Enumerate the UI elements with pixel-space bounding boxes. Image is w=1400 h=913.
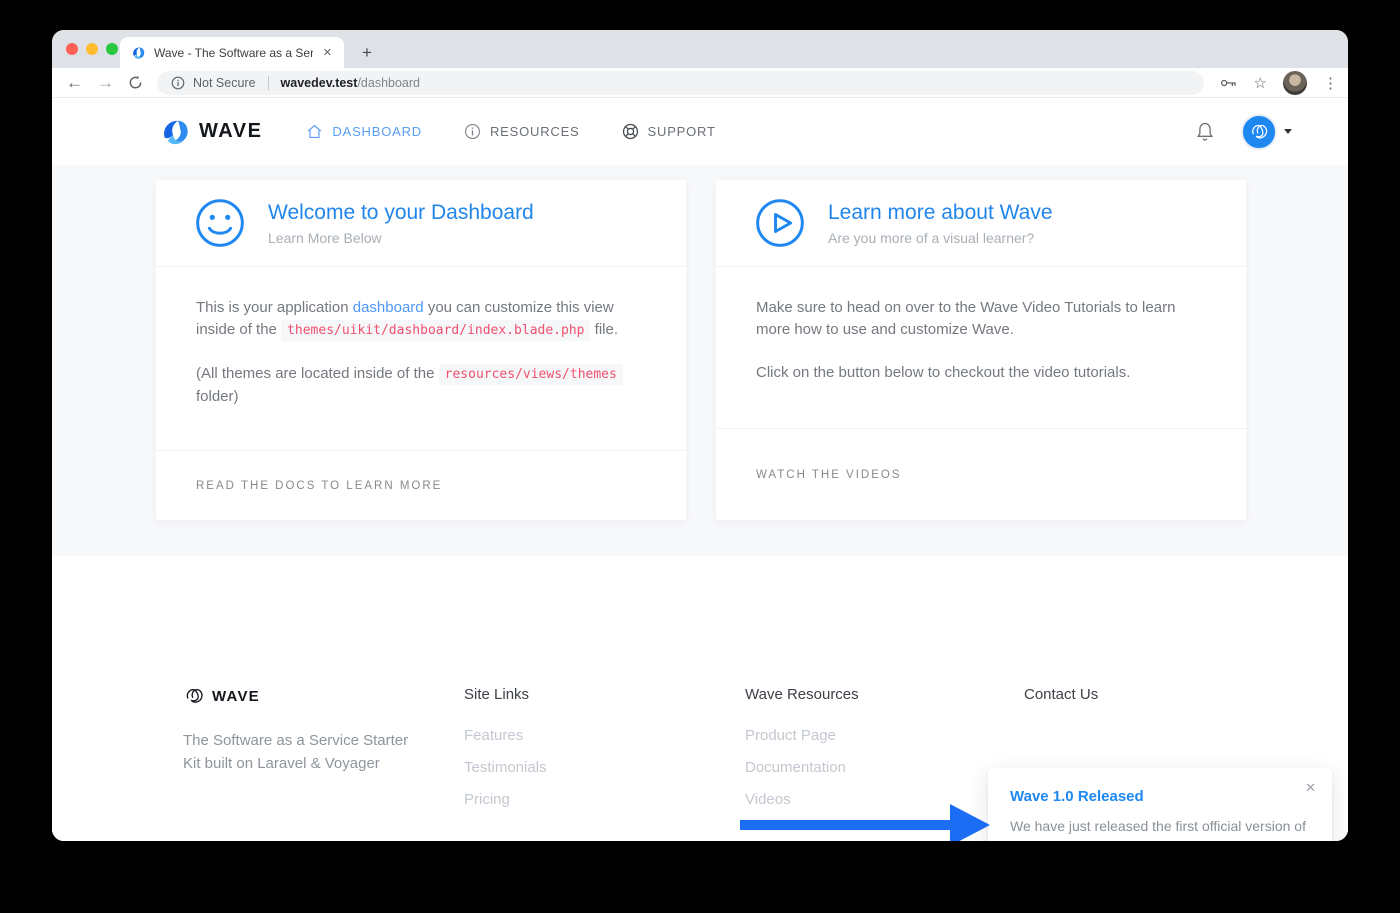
caret-down-icon bbox=[1284, 129, 1292, 134]
browser-profile-avatar[interactable] bbox=[1283, 71, 1307, 95]
security-status: Not Secure bbox=[193, 76, 256, 90]
body-text: Make sure to head on over to the Wave Vi… bbox=[756, 299, 1175, 338]
tab-title: Wave - The Software as a Serv bbox=[154, 46, 313, 60]
footer-logo: WAVE bbox=[183, 686, 464, 706]
password-key-icon[interactable] bbox=[1220, 77, 1238, 89]
dashboard-link[interactable]: dashboard bbox=[353, 299, 424, 316]
wave-outline-logo-icon bbox=[183, 686, 205, 706]
nav-item-label: SUPPORT bbox=[648, 124, 716, 139]
reload-icon[interactable] bbox=[128, 75, 143, 90]
nav-item-support[interactable]: SUPPORT bbox=[622, 123, 716, 140]
window-controls bbox=[66, 43, 118, 55]
footer-brand-column: WAVE The Software as a Service Starter K… bbox=[183, 686, 464, 823]
wave-logo-icon bbox=[158, 117, 192, 147]
footer-brand-text: WAVE bbox=[212, 688, 260, 705]
info-circle-icon bbox=[464, 123, 481, 140]
close-window-button[interactable] bbox=[66, 43, 78, 55]
forward-icon[interactable]: → bbox=[97, 74, 114, 91]
browser-menu-icon[interactable]: ⋮ bbox=[1323, 74, 1338, 92]
footer-column-site-links: Site Links Features Testimonials Pricing bbox=[464, 686, 745, 823]
footer-column-header: Contact Us bbox=[1024, 686, 1098, 703]
wave-favicon-icon bbox=[130, 45, 146, 61]
url-path: /dashboard bbox=[357, 76, 420, 90]
back-icon[interactable]: ← bbox=[66, 74, 83, 91]
browser-toolbar: ← → Not Secure wavedev.test/dashboard bbox=[52, 68, 1348, 98]
card-title: Welcome to your Dashboard bbox=[268, 200, 534, 226]
learn-more-card: Learn more about Wave Are you more of a … bbox=[716, 180, 1246, 520]
dashboard-main: Welcome to your Dashboard Learn More Bel… bbox=[52, 165, 1348, 556]
footer-link-videos[interactable]: Videos bbox=[745, 791, 1024, 808]
notification-title: Wave 1.0 Released bbox=[1010, 788, 1310, 805]
nav-item-dashboard[interactable]: DASHBOARD bbox=[306, 123, 422, 140]
wave-brand-text: WAVE bbox=[199, 120, 262, 143]
bookmark-star-icon[interactable]: ☆ bbox=[1254, 74, 1267, 92]
browser-tab[interactable]: Wave - The Software as a Serv ✕ bbox=[120, 37, 344, 68]
footer-link-pricing[interactable]: Pricing bbox=[464, 791, 745, 808]
minimize-window-button[interactable] bbox=[86, 43, 98, 55]
body-text: file. bbox=[590, 321, 618, 338]
user-menu[interactable] bbox=[1241, 114, 1292, 150]
card-title: Learn more about Wave bbox=[828, 200, 1053, 226]
footer-link-testimonials[interactable]: Testimonials bbox=[464, 759, 745, 776]
smiley-icon bbox=[194, 197, 246, 249]
release-notification: Wave 1.0 Released ✕ We have just release… bbox=[988, 768, 1332, 841]
footer-link-features[interactable]: Features bbox=[464, 727, 745, 744]
info-icon[interactable] bbox=[171, 76, 185, 90]
url-bar[interactable]: Not Secure wavedev.test/dashboard bbox=[157, 71, 1204, 95]
lifebuoy-icon bbox=[622, 123, 639, 140]
card-subtitle: Are you more of a visual learner? bbox=[828, 230, 1053, 246]
notification-close-icon[interactable]: ✕ bbox=[1305, 780, 1316, 796]
body-text: This is your application bbox=[196, 299, 353, 316]
wave-logo[interactable]: WAVE bbox=[158, 117, 262, 147]
nav-item-label: DASHBOARD bbox=[332, 124, 422, 139]
browser-window: Wave - The Software as a Serv ✕ + ← → No… bbox=[52, 30, 1348, 841]
tab-close-icon[interactable]: ✕ bbox=[321, 46, 334, 59]
app-navbar: WAVE DASHBOARD RESOURCES bbox=[52, 98, 1348, 165]
url-divider bbox=[268, 76, 269, 90]
notifications-bell-icon[interactable] bbox=[1195, 121, 1215, 143]
nav-item-resources[interactable]: RESOURCES bbox=[464, 123, 580, 140]
card-body: Make sure to head on over to the Wave Vi… bbox=[716, 267, 1246, 428]
footer-link-documentation[interactable]: Documentation bbox=[745, 759, 1024, 776]
code-path: themes/uikit/dashboard/index.blade.php bbox=[281, 320, 590, 341]
new-tab-button[interactable]: + bbox=[354, 40, 380, 66]
watch-videos-button[interactable]: WATCH THE VIDEOS bbox=[756, 469, 902, 481]
notification-body: We have just released the first official… bbox=[1010, 816, 1310, 841]
footer-column-header: Wave Resources bbox=[745, 686, 1024, 703]
home-icon bbox=[306, 123, 323, 140]
footer-column-header: Site Links bbox=[464, 686, 745, 703]
code-path: resources/views/themes bbox=[439, 364, 623, 385]
read-docs-button[interactable]: READ THE DOCS TO LEARN MORE bbox=[196, 480, 442, 492]
body-text: folder) bbox=[196, 388, 239, 405]
user-avatar bbox=[1241, 114, 1277, 150]
footer-link-product-page[interactable]: Product Page bbox=[745, 727, 1024, 744]
card-body: This is your application dashboard you c… bbox=[156, 267, 686, 450]
footer-tagline: The Software as a Service Starter Kit bu… bbox=[183, 729, 413, 775]
nav-item-label: RESOURCES bbox=[490, 124, 580, 139]
footer-column-wave-resources: Wave Resources Product Page Documentatio… bbox=[745, 686, 1024, 823]
body-text: (All themes are located inside of the bbox=[196, 365, 439, 382]
play-circle-icon bbox=[754, 197, 806, 249]
zoom-window-button[interactable] bbox=[106, 43, 118, 55]
page-content: WAVE DASHBOARD RESOURCES bbox=[52, 98, 1348, 841]
browser-tab-strip: Wave - The Software as a Serv ✕ + bbox=[52, 30, 1348, 68]
wave-avatar-icon bbox=[1249, 122, 1269, 142]
body-text: Click on the button below to checkout th… bbox=[756, 364, 1130, 381]
url-domain: wavedev.test bbox=[281, 76, 358, 90]
welcome-card: Welcome to your Dashboard Learn More Bel… bbox=[156, 180, 686, 520]
card-subtitle: Learn More Below bbox=[268, 230, 534, 246]
